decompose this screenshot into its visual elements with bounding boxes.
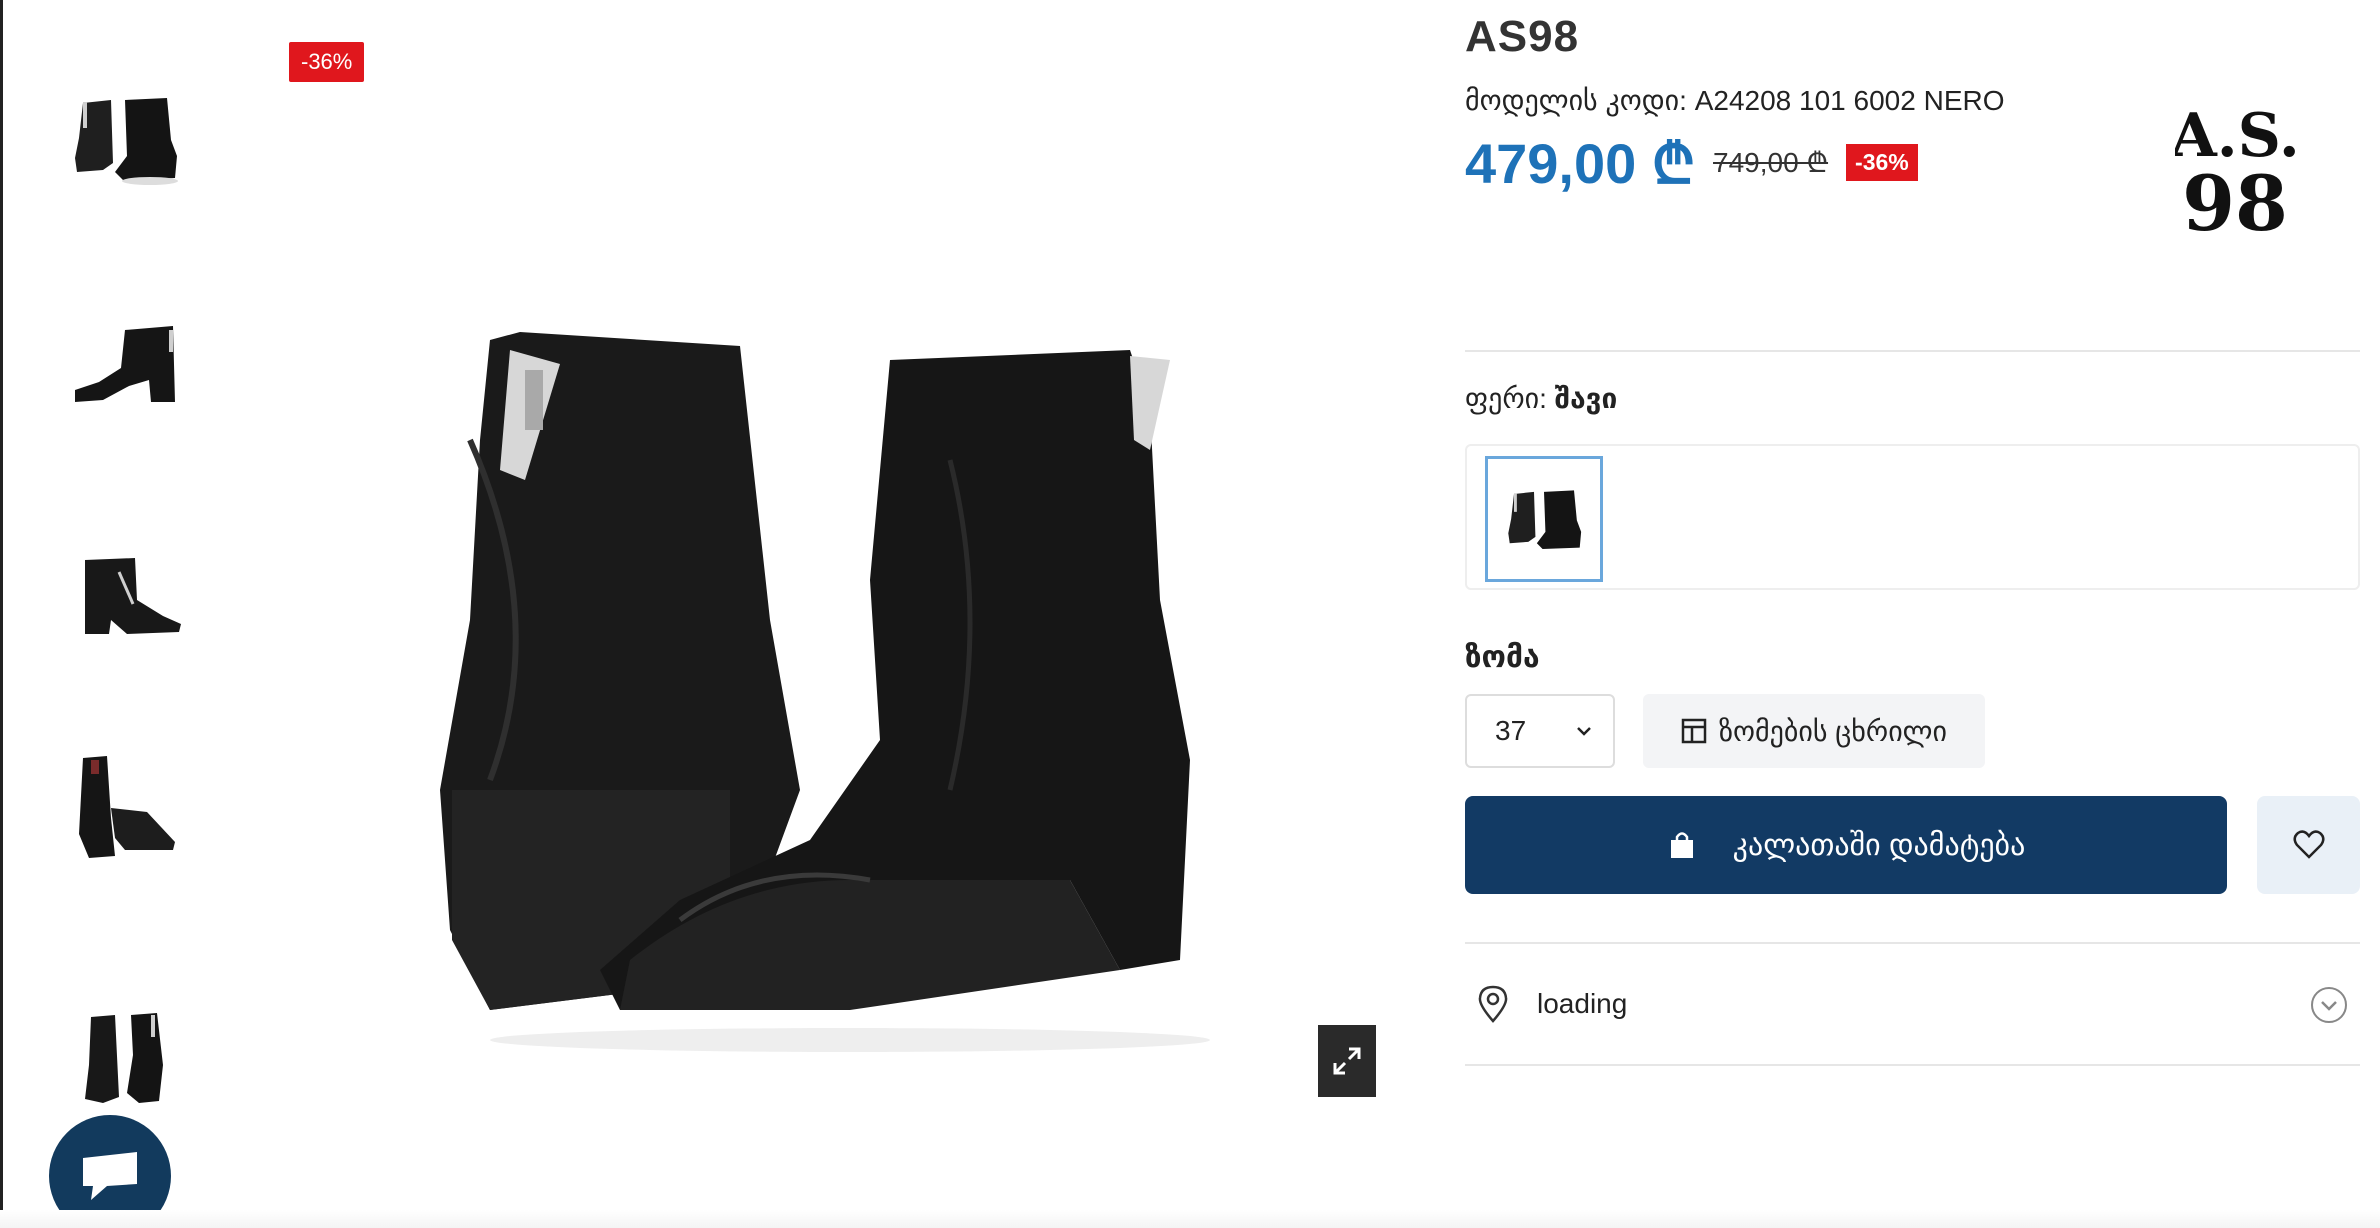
size-table-icon [1681, 718, 1707, 744]
color-swatches [1465, 444, 2360, 590]
color-value: შავი [1554, 383, 1618, 414]
image-discount-badge: -36% [289, 42, 365, 82]
current-price: 479,00 ₾ [1465, 132, 1696, 195]
old-price: 749,00 ₾ [1713, 147, 1829, 178]
size-table-button[interactable]: ზომების ცხრილი [1643, 694, 1985, 768]
zoom-button[interactable] [1318, 1025, 1376, 1097]
color-label-text: ფერი: [1465, 383, 1547, 414]
discount-badge: -36% [1846, 143, 1918, 181]
size-selected-value: 37 [1495, 715, 1527, 746]
thumbnail-2[interactable] [45, 270, 205, 450]
brand-logo-line-2: 98 [2182, 159, 2288, 248]
shopping-bag-icon [1670, 832, 1693, 858]
brand-logo[interactable]: A.S. 98 [2175, 90, 2295, 250]
add-to-cart-button[interactable]: კალათაში დამატება [1465, 796, 2227, 894]
wishlist-button[interactable] [2257, 796, 2360, 894]
thumbnail-4[interactable] [45, 718, 205, 898]
color-swatch-black[interactable] [1485, 456, 1603, 582]
main-product-image [440, 332, 1210, 1052]
boot-top-thumbnail [79, 756, 175, 858]
thumbnail-3[interactable] [45, 500, 205, 680]
boot-inner-thumbnail [85, 558, 181, 634]
heart-icon [2293, 830, 2324, 859]
delivery-location-text: loading [1537, 988, 1628, 1019]
price-row: 479,00 ₾ 749,00 ₾ -36% [1465, 124, 1918, 200]
thumbnail-gallery [30, 0, 220, 1228]
expand-icon [1333, 1047, 1361, 1075]
size-label: ზომა [1465, 641, 1540, 674]
divider [1465, 350, 2360, 352]
color-label: ფერი: შავი [1465, 382, 1617, 415]
add-to-cart-label: კალათაში დამატება [1732, 828, 2026, 862]
chevron-down-icon [2311, 987, 2347, 1023]
boot-pair-thumbnail [75, 98, 178, 185]
product-brand: AS98 [1465, 12, 1580, 61]
boot-side-thumbnail [75, 326, 175, 402]
chat-icon [83, 1152, 137, 1200]
delivery-location-row[interactable]: loading [1465, 944, 2360, 1064]
model-code: მოდელის კოდი: A24208 101 6002 NERO [1465, 85, 2005, 116]
size-table-label: ზომების ცხრილი [1719, 715, 1947, 747]
product-info-panel: AS98 მოდელის კოდი: A24208 101 6002 NERO … [1465, 0, 2360, 1228]
size-select[interactable]: 37 [1465, 694, 1615, 768]
boot-back-thumbnail [85, 1013, 163, 1103]
page-edge [0, 0, 3, 1228]
divider [1465, 1064, 2360, 1066]
thumbnail-1[interactable] [45, 48, 205, 228]
swatch-boot-image [1508, 490, 1582, 549]
bottom-edge [0, 1210, 2380, 1228]
chevron-down-icon [1577, 727, 1591, 736]
location-pin-icon [1478, 985, 1508, 1023]
